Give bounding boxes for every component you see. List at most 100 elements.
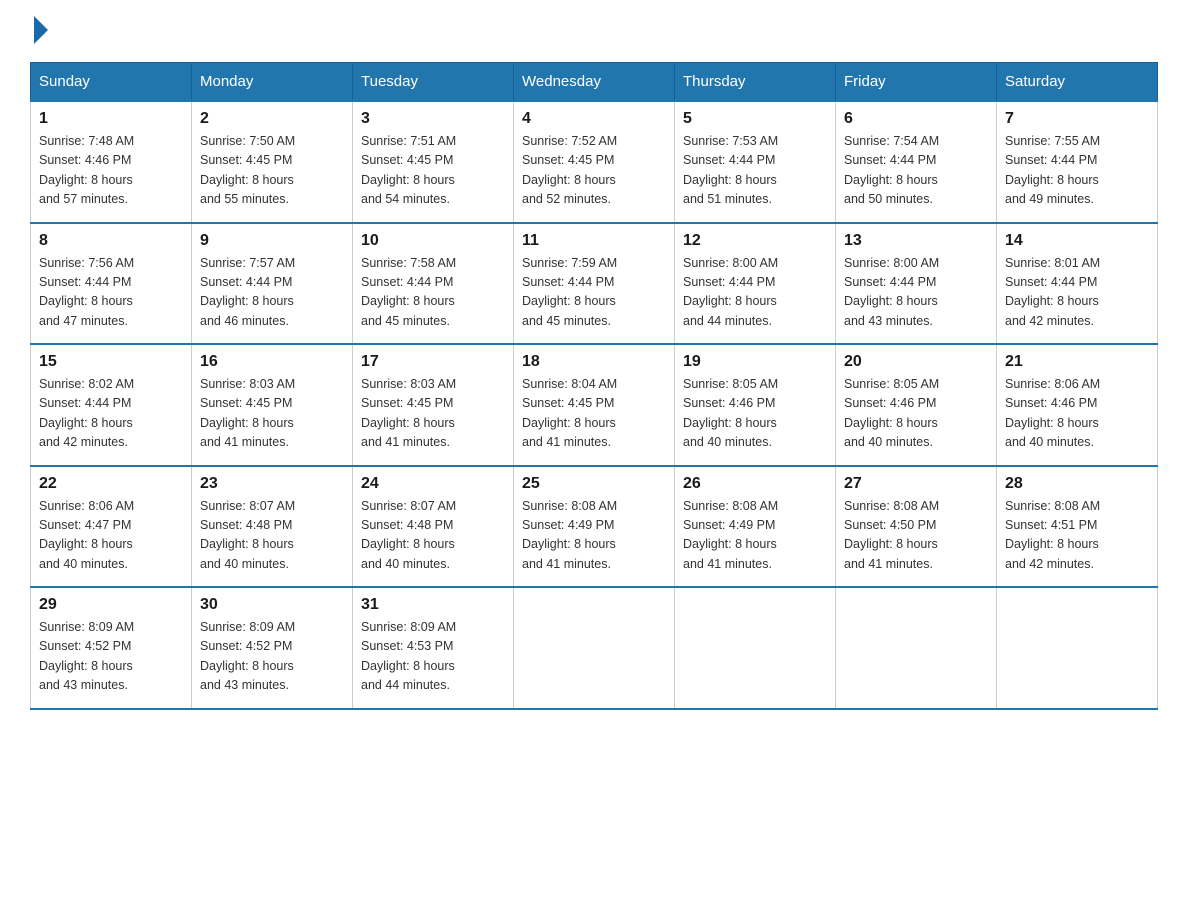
- day-number: 27: [844, 475, 988, 493]
- calendar-cell: 18Sunrise: 8:04 AMSunset: 4:45 PMDayligh…: [514, 344, 675, 466]
- calendar-cell: 8Sunrise: 7:56 AMSunset: 4:44 PMDaylight…: [31, 223, 192, 345]
- day-info: Sunrise: 8:09 AMSunset: 4:52 PMDaylight:…: [200, 618, 344, 696]
- day-info: Sunrise: 8:01 AMSunset: 4:44 PMDaylight:…: [1005, 254, 1149, 332]
- weekday-sunday: Sunday: [31, 63, 192, 102]
- calendar-cell: 11 Sunrise: 7:59 AMSunset: 4:44 PMDayligh…: [514, 223, 675, 345]
- calendar-cell: [514, 587, 675, 709]
- day-info: Sunrise: 7:54 AMSunset: 4:44 PMDaylight:…: [844, 132, 988, 210]
- calendar-cell: 6 Sunrise: 7:54 AMSunset: 4:44 PMDaylight…: [836, 101, 997, 223]
- calendar-week-row: 22 Sunrise: 8:06 AMSunset: 4:47 PMDayligh…: [31, 466, 1158, 588]
- day-number: 25: [522, 475, 666, 493]
- calendar-cell: 30 Sunrise: 8:09 AMSunset: 4:52 PMDayligh…: [192, 587, 353, 709]
- day-number: 29: [39, 596, 183, 614]
- day-number: 17: [361, 353, 505, 371]
- calendar-cell: 24 Sunrise: 8:07 AMSunset: 4:48 PMDayligh…: [353, 466, 514, 588]
- day-number: 30: [200, 596, 344, 614]
- day-number: 3: [361, 110, 505, 128]
- day-number: 7: [1005, 110, 1149, 128]
- calendar-table: SundayMondayTuesdayWednesdayThursdayFrid…: [30, 62, 1158, 710]
- day-info: Sunrise: 8:06 AMSunset: 4:46 PMDaylight:…: [1005, 375, 1149, 453]
- day-number: 6: [844, 110, 988, 128]
- calendar-cell: 13 Sunrise: 8:00 AMSunset: 4:44 PMDayligh…: [836, 223, 997, 345]
- calendar-cell: 28Sunrise: 8:08 AMSunset: 4:51 PMDayligh…: [997, 466, 1158, 588]
- calendar-cell: 29 Sunrise: 8:09 AMSunset: 4:52 PMDayligh…: [31, 587, 192, 709]
- day-info: Sunrise: 7:59 AMSunset: 4:44 PMDaylight:…: [522, 254, 666, 332]
- calendar-cell: 15 Sunrise: 8:02 AMSunset: 4:44 PMDayligh…: [31, 344, 192, 466]
- day-info: Sunrise: 8:05 AMSunset: 4:46 PMDaylight:…: [844, 375, 988, 453]
- calendar-cell: [997, 587, 1158, 709]
- weekday-header-row: SundayMondayTuesdayWednesdayThursdayFrid…: [31, 63, 1158, 102]
- weekday-tuesday: Tuesday: [353, 63, 514, 102]
- day-info: Sunrise: 8:03 AMSunset: 4:45 PMDaylight:…: [361, 375, 505, 453]
- day-info: Sunrise: 8:09 AMSunset: 4:52 PMDaylight:…: [39, 618, 183, 696]
- day-number: 10: [361, 232, 505, 250]
- day-number: 9: [200, 232, 344, 250]
- calendar-cell: 9 Sunrise: 7:57 AMSunset: 4:44 PMDaylight…: [192, 223, 353, 345]
- day-info: Sunrise: 8:06 AMSunset: 4:47 PMDaylight:…: [39, 497, 183, 575]
- calendar-cell: 20 Sunrise: 8:05 AMSunset: 4:46 PMDayligh…: [836, 344, 997, 466]
- calendar-cell: 31 Sunrise: 8:09 AMSunset: 4:53 PMDayligh…: [353, 587, 514, 709]
- weekday-wednesday: Wednesday: [514, 63, 675, 102]
- calendar-cell: 27 Sunrise: 8:08 AMSunset: 4:50 PMDayligh…: [836, 466, 997, 588]
- day-number: 28: [1005, 475, 1149, 493]
- day-number: 14: [1005, 232, 1149, 250]
- calendar-cell: 22 Sunrise: 8:06 AMSunset: 4:47 PMDayligh…: [31, 466, 192, 588]
- logo: [30, 20, 48, 42]
- day-number: 18: [522, 353, 666, 371]
- day-info: Sunrise: 7:57 AMSunset: 4:44 PMDaylight:…: [200, 254, 344, 332]
- calendar-cell: 7 Sunrise: 7:55 AMSunset: 4:44 PMDaylight…: [997, 101, 1158, 223]
- day-info: Sunrise: 8:02 AMSunset: 4:44 PMDaylight:…: [39, 375, 183, 453]
- page-header: [30, 20, 1158, 42]
- day-info: Sunrise: 8:03 AMSunset: 4:45 PMDaylight:…: [200, 375, 344, 453]
- logo-arrow-icon: [34, 16, 48, 44]
- day-info: Sunrise: 8:00 AMSunset: 4:44 PMDaylight:…: [683, 254, 827, 332]
- calendar-week-row: 29 Sunrise: 8:09 AMSunset: 4:52 PMDayligh…: [31, 587, 1158, 709]
- calendar-week-row: 8Sunrise: 7:56 AMSunset: 4:44 PMDaylight…: [31, 223, 1158, 345]
- calendar-cell: 23 Sunrise: 8:07 AMSunset: 4:48 PMDayligh…: [192, 466, 353, 588]
- weekday-friday: Friday: [836, 63, 997, 102]
- calendar-cell: 21 Sunrise: 8:06 AMSunset: 4:46 PMDayligh…: [997, 344, 1158, 466]
- calendar-cell: 5 Sunrise: 7:53 AMSunset: 4:44 PMDaylight…: [675, 101, 836, 223]
- calendar-cell: [836, 587, 997, 709]
- day-number: 8: [39, 232, 183, 250]
- day-number: 11: [522, 232, 666, 250]
- calendar-cell: 26 Sunrise: 8:08 AMSunset: 4:49 PMDayligh…: [675, 466, 836, 588]
- day-number: 26: [683, 475, 827, 493]
- day-info: Sunrise: 7:48 AMSunset: 4:46 PMDaylight:…: [39, 132, 183, 210]
- day-info: Sunrise: 8:08 AMSunset: 4:49 PMDaylight:…: [522, 497, 666, 575]
- calendar-cell: 14 Sunrise: 8:01 AMSunset: 4:44 PMDayligh…: [997, 223, 1158, 345]
- day-info: Sunrise: 7:55 AMSunset: 4:44 PMDaylight:…: [1005, 132, 1149, 210]
- day-info: Sunrise: 7:53 AMSunset: 4:44 PMDaylight:…: [683, 132, 827, 210]
- calendar-cell: 4Sunrise: 7:52 AMSunset: 4:45 PMDaylight…: [514, 101, 675, 223]
- day-info: Sunrise: 7:50 AMSunset: 4:45 PMDaylight:…: [200, 132, 344, 210]
- day-info: Sunrise: 8:07 AMSunset: 4:48 PMDaylight:…: [361, 497, 505, 575]
- day-number: 5: [683, 110, 827, 128]
- day-number: 2: [200, 110, 344, 128]
- day-info: Sunrise: 8:08 AMSunset: 4:50 PMDaylight:…: [844, 497, 988, 575]
- day-number: 13: [844, 232, 988, 250]
- day-number: 21: [1005, 353, 1149, 371]
- calendar-cell: 19Sunrise: 8:05 AMSunset: 4:46 PMDayligh…: [675, 344, 836, 466]
- day-number: 16: [200, 353, 344, 371]
- calendar-cell: [675, 587, 836, 709]
- calendar-cell: 25 Sunrise: 8:08 AMSunset: 4:49 PMDayligh…: [514, 466, 675, 588]
- day-number: 20: [844, 353, 988, 371]
- day-number: 15: [39, 353, 183, 371]
- calendar-cell: 16 Sunrise: 8:03 AMSunset: 4:45 PMDayligh…: [192, 344, 353, 466]
- day-number: 23: [200, 475, 344, 493]
- day-info: Sunrise: 8:07 AMSunset: 4:48 PMDaylight:…: [200, 497, 344, 575]
- day-number: 22: [39, 475, 183, 493]
- calendar-week-row: 15 Sunrise: 8:02 AMSunset: 4:44 PMDayligh…: [31, 344, 1158, 466]
- day-number: 1: [39, 110, 183, 128]
- day-number: 31: [361, 596, 505, 614]
- calendar-week-row: 1 Sunrise: 7:48 AMSunset: 4:46 PMDaylight…: [31, 101, 1158, 223]
- day-info: Sunrise: 8:08 AMSunset: 4:49 PMDaylight:…: [683, 497, 827, 575]
- day-info: Sunrise: 7:58 AMSunset: 4:44 PMDaylight:…: [361, 254, 505, 332]
- calendar-cell: 10 Sunrise: 7:58 AMSunset: 4:44 PMDayligh…: [353, 223, 514, 345]
- day-info: Sunrise: 8:00 AMSunset: 4:44 PMDaylight:…: [844, 254, 988, 332]
- calendar-cell: 2 Sunrise: 7:50 AMSunset: 4:45 PMDaylight…: [192, 101, 353, 223]
- day-info: Sunrise: 8:05 AMSunset: 4:46 PMDaylight:…: [683, 375, 827, 453]
- day-info: Sunrise: 8:09 AMSunset: 4:53 PMDaylight:…: [361, 618, 505, 696]
- day-info: Sunrise: 7:52 AMSunset: 4:45 PMDaylight:…: [522, 132, 666, 210]
- day-number: 24: [361, 475, 505, 493]
